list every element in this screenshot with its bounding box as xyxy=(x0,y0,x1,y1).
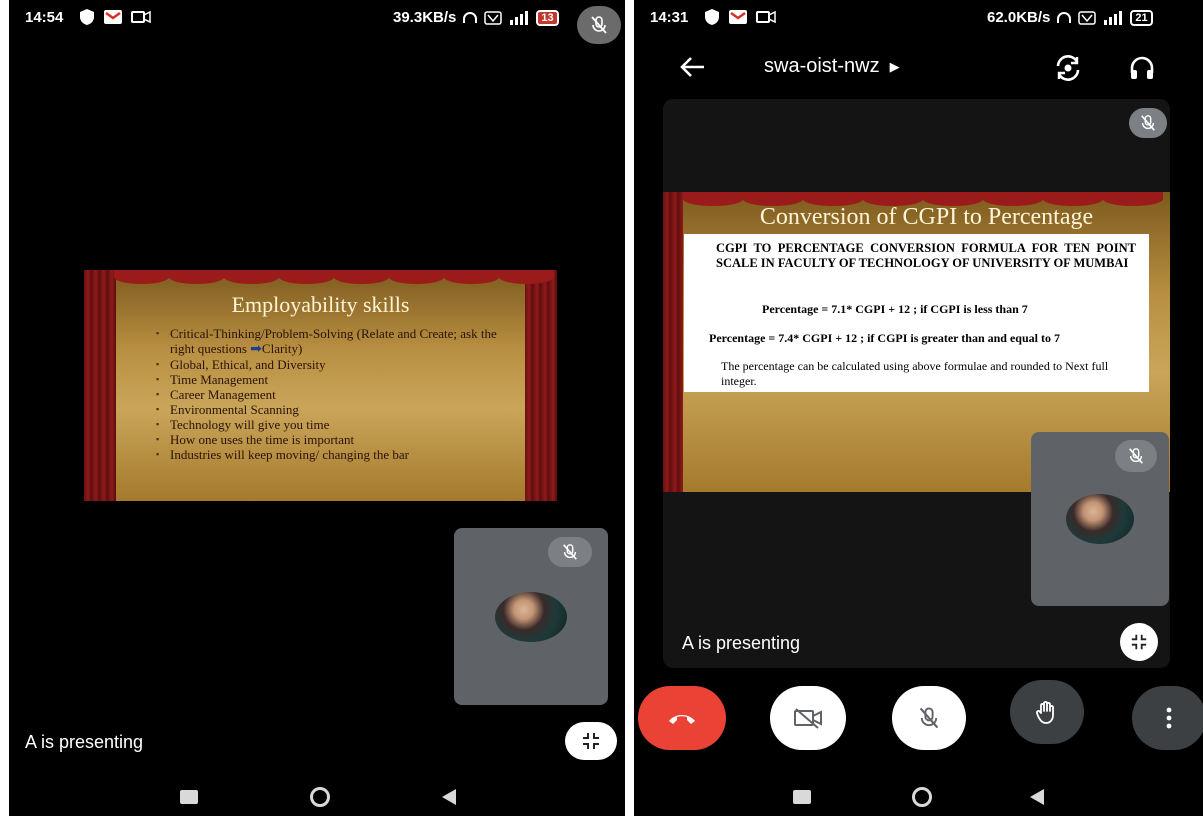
list-item: Career Management xyxy=(156,387,516,402)
left-phone-screen: 14:54 39.3KB/s 13 Employability skills ▪… xyxy=(9,0,625,816)
list-item: Industries will keep moving/ changing th… xyxy=(156,447,516,462)
signal-icon xyxy=(1104,10,1123,25)
video-off-icon xyxy=(794,708,822,729)
raise-hand-button[interactable] xyxy=(1010,680,1084,744)
battery-icon: 21 xyxy=(1130,9,1153,26)
mic-off-icon xyxy=(1141,115,1155,131)
android-nav-bar xyxy=(634,762,1203,816)
meeting-title[interactable]: swa-oist-nwz ▶ xyxy=(764,55,900,78)
meeting-code: swa-oist-nwz xyxy=(764,55,880,77)
battery-level: 21 xyxy=(1135,11,1148,24)
formula-2: Percentage = 7.4* CGPI + 12 ; if CGPI is… xyxy=(709,331,1060,345)
notification-icons xyxy=(704,8,776,26)
minimize-button[interactable] xyxy=(1120,623,1158,661)
headphones-audio-icon[interactable] xyxy=(1129,55,1155,81)
list-item: Global, Ethical, and Diversity xyxy=(156,357,516,372)
volte-icon xyxy=(484,10,503,25)
slide-title: Conversion of CGPI to Percentage xyxy=(759,204,1094,230)
home-button[interactable] xyxy=(310,787,330,807)
mic-off-icon xyxy=(591,16,607,34)
signal-icon xyxy=(510,10,529,25)
slide-content-box: CGPI TO PERCENTAGE CONVERSION FORMULA FO… xyxy=(684,234,1149,392)
back-button[interactable] xyxy=(1030,789,1044,805)
top-mute-indicator xyxy=(577,6,621,44)
phone-hangup-icon xyxy=(669,715,695,724)
curtain-valance xyxy=(84,270,557,284)
status-bar: 14:31 62.0KB/s 21 xyxy=(634,0,1203,36)
tile-mute-indicator xyxy=(1115,440,1157,472)
collapse-icon xyxy=(1131,634,1147,650)
list-item: Environmental Scanning xyxy=(156,402,516,417)
right-phone-screen: 14:31 62.0KB/s 21 swa-oist-nwz ▶ Convers… xyxy=(634,0,1203,816)
volte-icon xyxy=(1078,10,1097,25)
shield-icon xyxy=(80,9,94,25)
presenting-label: A is presenting xyxy=(25,732,144,752)
home-button[interactable] xyxy=(912,787,932,807)
slide-bullets: Critical-Thinking/Problem-Solving (Relat… xyxy=(156,326,516,462)
more-vert-icon xyxy=(1166,707,1172,729)
list-item: Technology will give you time xyxy=(156,417,516,432)
mic-off-icon xyxy=(563,544,577,560)
tile-mute-indicator xyxy=(548,537,592,567)
avatar xyxy=(1066,494,1134,544)
slide-note: The percentage can be calculated using a… xyxy=(721,359,1109,388)
more-options-button[interactable] xyxy=(1132,686,1203,750)
status-time: 14:54 xyxy=(25,9,64,26)
headphones-icon xyxy=(1057,11,1072,23)
mic-toggle-button[interactable] xyxy=(892,686,966,750)
presenting-label: A is presenting xyxy=(682,633,801,653)
notification-icons xyxy=(79,8,151,26)
hand-icon xyxy=(1036,701,1054,724)
panel-mute-indicator xyxy=(1129,108,1167,138)
status-bar: 14:54 39.3KB/s 13 xyxy=(9,0,625,44)
battery-icon: 13 xyxy=(536,9,559,26)
chevron-right-icon: ▶ xyxy=(889,58,900,74)
video-camera-icon xyxy=(756,10,776,24)
android-nav-bar xyxy=(9,762,625,816)
gmail-icon xyxy=(104,10,122,24)
self-view-tile[interactable] xyxy=(1031,432,1169,606)
self-view-tile[interactable] xyxy=(454,528,608,705)
back-button[interactable] xyxy=(442,789,456,805)
battery-level: 13 xyxy=(541,11,554,24)
camera-toggle-button[interactable] xyxy=(770,686,846,750)
end-call-button[interactable] xyxy=(638,686,726,750)
list-item: Critical-Thinking/Problem-Solving (Relat… xyxy=(156,326,516,357)
video-camera-icon xyxy=(131,10,151,24)
slide-heading: CGPI TO PERCENTAGE CONVERSION FORMULA FO… xyxy=(716,241,1136,270)
arrow-right-icon: ➡ xyxy=(250,342,262,357)
shield-icon xyxy=(705,9,719,25)
status-right: 39.3KB/s 13 xyxy=(393,9,559,26)
slide-title: Employability skills xyxy=(231,292,410,317)
mic-off-icon xyxy=(1129,448,1143,464)
list-item: How one uses the time is important xyxy=(156,432,516,447)
status-right: 62.0KB/s 21 xyxy=(987,9,1153,26)
network-speed: 39.3KB/s xyxy=(393,9,457,26)
switch-camera-icon[interactable] xyxy=(1053,54,1083,82)
headphones-icon xyxy=(463,11,478,23)
list-item: Time Management xyxy=(156,372,516,387)
back-arrow-icon[interactable] xyxy=(680,56,706,78)
presentation-slide: Employability skills Critical-Thinking/P… xyxy=(84,270,557,501)
recents-button[interactable] xyxy=(793,790,811,804)
recents-button[interactable] xyxy=(180,790,198,804)
minimize-button[interactable] xyxy=(565,722,617,760)
collapse-icon xyxy=(583,733,599,749)
mic-off-icon xyxy=(919,707,939,729)
gmail-icon xyxy=(729,10,747,24)
network-speed: 62.0KB/s xyxy=(987,9,1051,26)
formula-1: Percentage = 7.1* CGPI + 12 ; if CGPI is… xyxy=(762,302,1028,316)
status-time: 14:31 xyxy=(650,9,689,26)
avatar xyxy=(495,592,567,642)
